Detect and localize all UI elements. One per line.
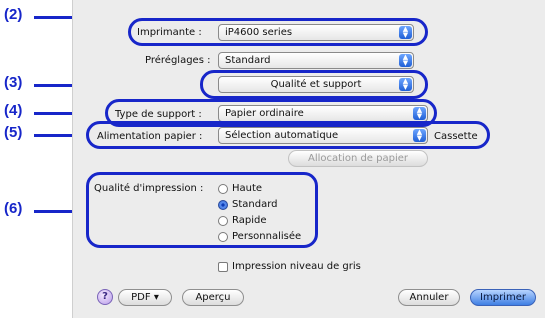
cancel-button[interactable]: Annuler [398,289,460,306]
paper-allocation-button[interactable]: Allocation de papier [288,150,428,167]
help-icon[interactable]: ? [97,289,113,305]
grayscale-label: Impression niveau de gris [232,261,361,272]
callout-label: (3) [4,74,23,91]
callout-label: (2) [4,6,23,23]
callout-ring [86,172,318,248]
pdf-menu-button[interactable]: PDF ▾ [118,289,172,306]
presets-popup[interactable]: Standard ▲ ▼ [218,52,414,69]
presets-label: Préréglages : [145,55,211,66]
callout-ring [86,121,490,149]
callout-label: (5) [4,124,23,141]
callout-label: (6) [4,200,23,217]
callout-ring [200,70,428,99]
presets-value: Standard [225,55,271,66]
grayscale-checkbox[interactable] [218,262,228,272]
callout-ring [128,18,428,46]
preview-button[interactable]: Aperçu [182,289,244,306]
callout-label: (4) [4,102,23,119]
print-button[interactable]: Imprimer [470,289,536,306]
popup-stepper-icon: ▲ ▼ [399,54,412,67]
